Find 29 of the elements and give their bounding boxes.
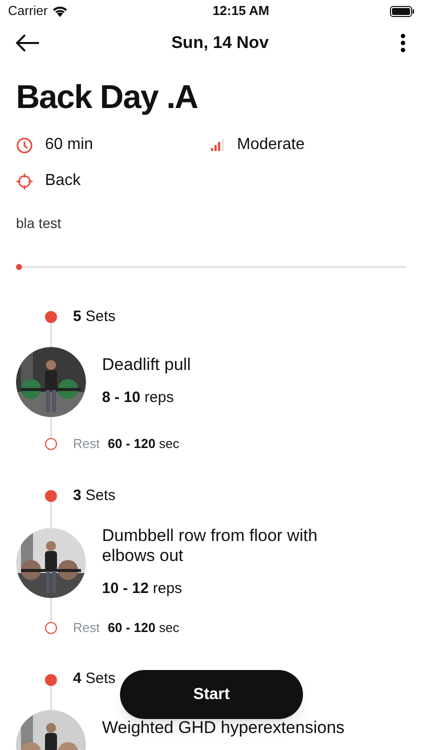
target-icon xyxy=(16,172,33,190)
signal-bars-icon xyxy=(211,139,225,151)
exercise-name[interactable]: Deadlift pull xyxy=(102,354,191,375)
sets-label: 3 Sets xyxy=(73,486,116,506)
rest-duration: 60 - 120 sec xyxy=(108,435,180,454)
rest-duration: 60 - 120 sec xyxy=(108,618,180,637)
sets-label: 4 Sets xyxy=(73,669,116,690)
sets-label: 5 Sets xyxy=(73,306,116,327)
rest-label: Rest xyxy=(73,618,100,637)
exercise-name[interactable]: Weighted GHD hyperextensions xyxy=(102,718,345,738)
exercise-name[interactable]: Dumbbell row from floor with elbows out xyxy=(102,526,366,566)
back-arrow-icon xyxy=(16,34,40,52)
rest-label: Rest xyxy=(73,435,100,454)
reps-label: 8 - 10 reps xyxy=(102,388,175,408)
workout-note: bla test xyxy=(16,214,62,233)
workout-title: Back Day .A xyxy=(16,80,199,113)
more-icon xyxy=(400,33,406,53)
start-button[interactable]: Start xyxy=(120,670,303,719)
wifi-icon xyxy=(52,5,68,17)
date-title: Sun, 14 Nov xyxy=(171,32,269,54)
progress-thumb xyxy=(16,264,22,270)
carrier-label: Carrier xyxy=(8,2,48,20)
reps-label: 10 - 12 reps xyxy=(102,579,184,599)
duration-label: 60 min xyxy=(45,135,94,155)
battery-icon xyxy=(390,6,414,16)
clock-icon xyxy=(16,136,33,154)
difficulty-label: Moderate xyxy=(237,135,305,155)
muscle-label: Back xyxy=(45,171,81,191)
clock-time: 12:15 AM xyxy=(212,2,270,20)
